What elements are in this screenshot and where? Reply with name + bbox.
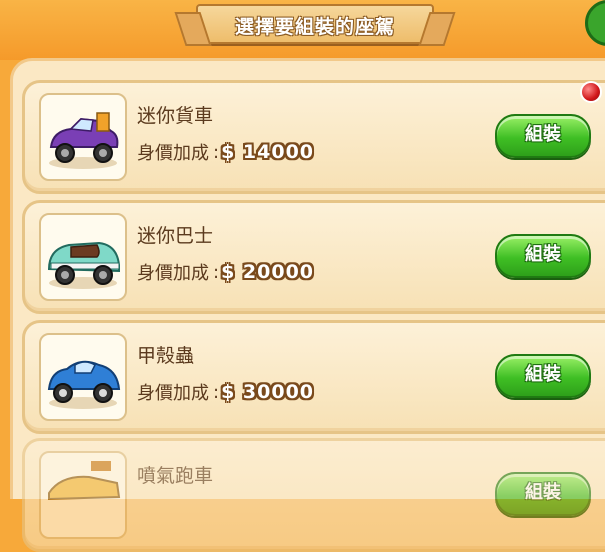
vehicle-card-jet-sports-car: 噴氣跑車 組裝 [22, 438, 605, 552]
value-bonus-label: 身價加成 [137, 143, 209, 164]
blue-beetle-car-icon [39, 333, 127, 421]
vehicle-card-mini-bus: 迷你巴士 身價加成 : $ 20000 組裝 [22, 200, 605, 314]
vehicle-name: 迷你貨車 [137, 105, 214, 127]
notification-badge [580, 81, 602, 103]
vehicle-name: 迷你巴士 [137, 225, 214, 247]
assemble-button[interactable]: 組裝 [495, 234, 591, 278]
value-bonus-colon: : [213, 141, 220, 163]
title-banner: 選擇要組裝的座駕 [174, 4, 456, 46]
vehicle-card-mini-truck: 迷你貨車 身價加成 : $ 14000 組裝 [22, 80, 605, 194]
assemble-button[interactable]: 組裝 [495, 114, 591, 158]
vehicle-name: 甲殼蟲 [137, 345, 195, 367]
vehicle-card-beetle: 甲殼蟲 身價加成 : $ 30000 組裝 [22, 320, 605, 434]
value-bonus-colon: : [213, 261, 220, 283]
value-bonus-row: 身價加成 : $ 30000 [137, 379, 314, 405]
value-bonus-row: 身價加成 : $ 14000 [137, 139, 314, 165]
purple-convertible-car-icon [39, 93, 127, 181]
assemble-button[interactable]: 組裝 [495, 354, 591, 398]
teal-minibus-car-icon [39, 213, 127, 301]
page-title: 選擇要組裝的座駕 [234, 16, 395, 38]
value-bonus-label: 身價加成 [137, 263, 209, 284]
value-bonus-amount: $ 20000 [221, 261, 315, 283]
assemble-button[interactable]: 組裝 [495, 472, 591, 516]
value-bonus-colon: : [213, 381, 220, 403]
vehicle-name: 噴氣跑車 [137, 465, 214, 487]
value-bonus-row: 身價加成 : $ 20000 [137, 259, 314, 285]
value-bonus-amount: $ 30000 [221, 381, 315, 403]
value-bonus-amount: $ 14000 [221, 141, 315, 163]
jet-sports-car-icon [39, 451, 127, 539]
value-bonus-label: 身價加成 [137, 383, 209, 404]
